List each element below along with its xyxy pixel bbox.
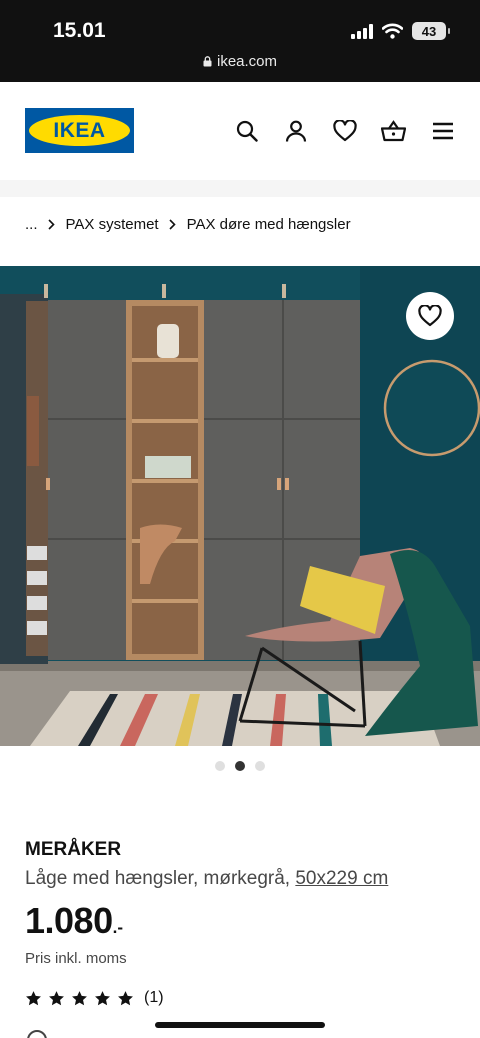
status-icons: 43 [351,22,450,40]
site-header: IKEA [0,82,480,180]
basket-icon[interactable] [381,118,406,143]
product-size-link[interactable]: 50x229 cm [295,868,388,889]
battery-indicator: 43 [412,22,450,40]
price-suffix: .- [112,918,123,937]
rating-stars [25,990,134,1007]
logo-text: IKEA [53,118,106,142]
ikea-logo[interactable]: IKEA [25,108,134,153]
product-description: Låge med hængsler, mørkegrå, 50x229 cm [25,868,388,890]
signal-icon [351,23,373,39]
header-divider-band [0,180,480,197]
heart-icon [418,305,442,327]
breadcrumb: ... PAX systemet PAX døre med hængsler [25,216,351,233]
product-name[interactable]: MERÅKER [25,839,121,861]
star-icon [117,990,134,1007]
star-icon [94,990,111,1007]
carousel-dot[interactable] [255,761,265,771]
info-icon [27,1030,47,1038]
breadcrumb-ellipsis[interactable]: ... [25,216,38,233]
lock-icon [203,56,212,67]
carousel-dot[interactable] [235,761,245,771]
header-actions [234,118,455,143]
carousel-dot[interactable] [215,761,225,771]
status-bar: 15.01 43 ikea.com [0,0,480,82]
price-value: 1.080 [25,900,113,941]
price-note: Pris inkl. moms [25,950,127,967]
breadcrumb-link-pax-doors[interactable]: PAX døre med hængsler [187,216,351,233]
add-to-favourites-button[interactable] [406,292,454,340]
product-price: 1.080 .- [25,900,123,942]
menu-icon[interactable] [430,118,455,143]
chevron-right-icon [47,218,57,232]
product-description-text: Låge med hængsler, mørkegrå, [25,868,296,889]
chevron-right-icon [168,218,178,232]
url-text: ikea.com [216,53,278,70]
star-icon [25,990,42,1007]
status-time: 15.01 [53,19,106,42]
product-rating[interactable]: (1) [25,989,164,1007]
rating-count: (1) [144,989,164,1006]
carousel-dots [0,761,480,771]
star-icon [71,990,88,1007]
logo-oval: IKEA [29,115,130,146]
star-icon [48,990,65,1007]
breadcrumb-link-pax-system[interactable]: PAX systemet [66,216,159,233]
search-icon[interactable] [234,118,259,143]
url-bar[interactable]: ikea.com [0,53,480,70]
heart-icon[interactable] [332,118,357,143]
home-indicator [155,1022,325,1028]
product-image[interactable] [0,266,480,746]
profile-icon[interactable] [283,118,308,143]
wifi-icon [382,23,403,39]
